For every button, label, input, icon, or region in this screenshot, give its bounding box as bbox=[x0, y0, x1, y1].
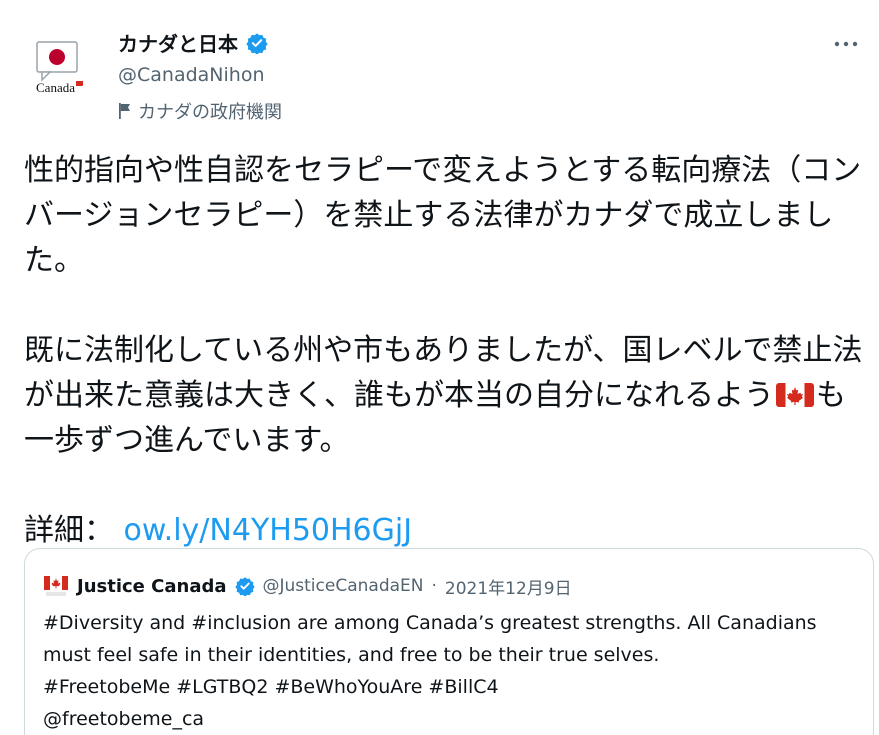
meta-separator: · bbox=[431, 576, 437, 596]
tweet-paragraph-2: 既に法制化している州や市もありましたが、国レベルで禁止法が出来た意義は大きく、誰… bbox=[24, 328, 864, 463]
tweet-paragraph-2-start: 既に法制化している州や市もありましたが、国レベルで禁止法が出来た意義は大きく、誰… bbox=[24, 333, 863, 413]
details-label: 詳細： bbox=[24, 513, 114, 548]
more-dots-icon bbox=[834, 41, 858, 47]
tweet-text: 性的指向や性自認をセラピーで変えようとする転向療法（コンバージョンセラピー）を禁… bbox=[24, 148, 864, 553]
tweet-paragraph-3: 詳細： ow.ly/N4YH50H6GjJ bbox=[24, 508, 864, 553]
canada-flag-icon[interactable] bbox=[43, 573, 69, 599]
affiliation-label: カナダの政府機関 bbox=[118, 98, 282, 124]
author-name-row: カナダと日本 bbox=[118, 28, 268, 57]
author-handle[interactable]: @CanadaNihon bbox=[118, 64, 265, 86]
quoted-tweet[interactable]: Justice Canada @JusticeCanadaEN · 2021年1… bbox=[24, 548, 874, 735]
verified-badge-icon bbox=[234, 577, 255, 596]
quoted-author-name[interactable]: Justice Canada bbox=[77, 576, 227, 597]
tweet-link[interactable]: ow.ly/N4YH50H6GjJ bbox=[124, 513, 413, 548]
flag-icon bbox=[119, 103, 130, 119]
canada-flag-emoji bbox=[776, 383, 814, 407]
verified-badge-icon bbox=[246, 32, 268, 54]
affiliation-text: カナダの政府機関 bbox=[138, 102, 282, 123]
author-avatar[interactable]: Canada bbox=[24, 32, 90, 98]
quoted-tweet-date[interactable]: 2021年12月9日 bbox=[445, 574, 572, 599]
more-options-button[interactable] bbox=[828, 32, 864, 56]
tweet-header: Canada カナダと日本 @CanadaNihon カナダの政府機関 bbox=[24, 22, 864, 132]
avatar-wordmark: Canada bbox=[36, 80, 75, 95]
quoted-author-handle[interactable]: @JusticeCanadaEN bbox=[263, 576, 424, 596]
tweet-paragraph-1: 性的指向や性自認をセラピーで変えようとする転向療法（コンバージョンセラピー）を禁… bbox=[24, 153, 862, 278]
quoted-tweet-text: #Diversity and #inclusion are among Cana… bbox=[43, 612, 817, 730]
quoted-tweet-header: Justice Canada @JusticeCanadaEN · 2021年1… bbox=[43, 573, 572, 599]
japan-flag-speech-bubble-icon: Canada bbox=[36, 41, 83, 95]
author-name[interactable]: カナダと日本 bbox=[118, 28, 238, 57]
